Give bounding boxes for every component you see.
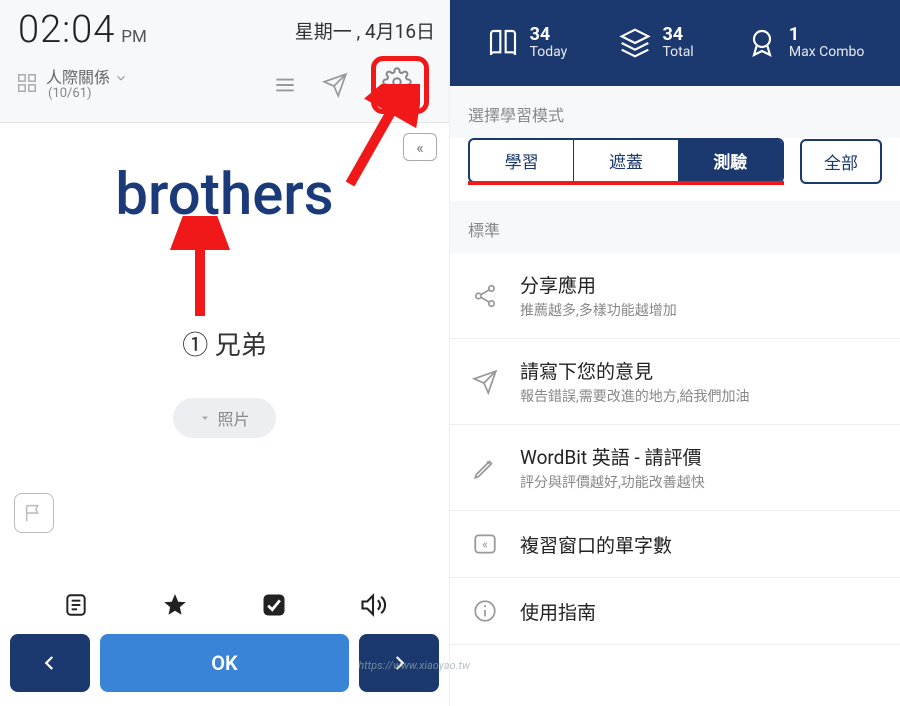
share-icon — [470, 281, 500, 311]
rewind-icon: « — [470, 529, 500, 559]
section-standard: 標準 — [450, 201, 900, 253]
star-icon — [162, 592, 188, 618]
flashcard[interactable]: « brothers ① 兄弟 照片 — [0, 123, 449, 706]
settings-screen: 34 Today 34 Total 1 Max Combo 選擇學習模式 — [450, 0, 900, 706]
flag-button[interactable] — [14, 493, 54, 533]
item-sub: 報告錯誤,需要改進的地方,給我們加油 — [520, 386, 750, 406]
stack-icon — [618, 26, 652, 60]
mode-study[interactable]: 學習 — [470, 140, 574, 181]
flashcard-screen: 02:04 PM 星期一 , 4月16日 人際關係 (10/61) — [0, 0, 450, 706]
clock: 02:04 PM — [18, 8, 147, 52]
word-text: brothers — [115, 161, 333, 229]
stat-combo: 1 Max Combo — [745, 25, 864, 60]
item-guide[interactable]: 使用指南 — [450, 578, 900, 645]
photo-label: 照片 — [217, 406, 249, 430]
item-review-count[interactable]: « 複習窗口的單字數 — [450, 511, 900, 578]
chevron-down-icon — [199, 412, 211, 424]
notes-button[interactable] — [61, 590, 91, 620]
stats-header: 34 Today 34 Total 1 Max Combo — [450, 0, 900, 86]
stat-total: 34 Total — [618, 25, 693, 60]
mode-all[interactable]: 全部 — [800, 139, 882, 184]
item-feedback[interactable]: 請寫下您的意見 報告錯誤,需要改進的地方,給我們加油 — [450, 339, 900, 425]
category-name: 人際關係 — [46, 69, 110, 87]
audio-button[interactable] — [358, 590, 388, 620]
annotation-underline — [468, 181, 784, 185]
ok-button[interactable]: OK — [100, 634, 349, 692]
gear-icon — [382, 67, 412, 97]
item-title: 分享應用 — [520, 271, 677, 298]
photo-button[interactable]: 照片 — [173, 398, 275, 438]
chevron-right-icon — [390, 654, 408, 672]
check-icon — [260, 591, 288, 619]
next-button[interactable] — [359, 634, 439, 692]
stat-today: 34 Today — [486, 25, 568, 60]
subheader: 人際關係 (10/61) — [0, 54, 449, 122]
item-title: WordBit 英語 - 請評價 — [520, 443, 705, 470]
favorite-button[interactable] — [160, 590, 190, 620]
grid-icon — [16, 72, 38, 98]
stat-total-label: Total — [662, 45, 693, 60]
section-select-mode: 選擇學習模式 — [450, 86, 900, 138]
book-icon — [486, 26, 520, 60]
item-sub: 評分與評價越好,功能改善越快 — [520, 472, 705, 492]
menu-icon[interactable] — [271, 71, 299, 99]
speaker-icon — [359, 591, 387, 619]
stat-combo-num: 1 — [789, 25, 864, 45]
send-icon[interactable] — [321, 71, 349, 99]
mode-selector: 學習 遮蓋 測驗 全部 — [450, 138, 900, 201]
time-text: 02:04 — [18, 8, 115, 52]
bottom-toolbar — [0, 590, 449, 620]
nav-buttons: OK — [10, 634, 439, 692]
settings-list: 分享應用 推薦越多,多樣功能越增加 請寫下您的意見 報告錯誤,需要改進的地方,給… — [450, 253, 900, 706]
mode-test[interactable]: 測驗 — [679, 140, 782, 181]
item-title: 請寫下您的意見 — [520, 357, 750, 384]
item-share[interactable]: 分享應用 推薦越多,多樣功能越增加 — [450, 253, 900, 339]
stat-total-num: 34 — [662, 25, 693, 45]
date-text: 星期一 , 4月16日 — [295, 17, 435, 44]
badge-icon — [745, 26, 779, 60]
item-sub: 推薦越多,多樣功能越增加 — [520, 300, 677, 320]
svg-text:«: « — [482, 537, 488, 552]
chevron-down-icon — [114, 71, 128, 85]
item-title: 使用指南 — [520, 598, 596, 625]
mode-cover[interactable]: 遮蓋 — [574, 140, 678, 181]
statusbar: 02:04 PM 星期一 , 4月16日 — [0, 0, 449, 54]
meaning-text: ① 兄弟 — [182, 325, 266, 362]
stat-today-label: Today — [530, 45, 568, 60]
item-rate[interactable]: WordBit 英語 - 請評價 評分與評價越好,功能改善越快 — [450, 425, 900, 511]
pencil-icon — [470, 453, 500, 483]
list-icon — [63, 592, 89, 618]
review-back-button[interactable]: « — [403, 133, 437, 161]
stat-today-num: 34 — [530, 25, 568, 45]
flag-icon — [23, 502, 45, 524]
ampm-text: PM — [121, 27, 147, 47]
item-title: 複習窗口的單字數 — [520, 531, 672, 558]
known-button[interactable] — [259, 590, 289, 620]
prev-button[interactable] — [10, 634, 90, 692]
category-count: (10/61) — [46, 87, 92, 101]
category-chooser[interactable]: 人際關係 (10/61) — [16, 69, 128, 101]
send-icon — [470, 367, 500, 397]
stat-combo-label: Max Combo — [789, 45, 864, 60]
info-icon — [470, 596, 500, 626]
settings-button[interactable] — [371, 56, 429, 114]
chevron-left-icon — [41, 654, 59, 672]
